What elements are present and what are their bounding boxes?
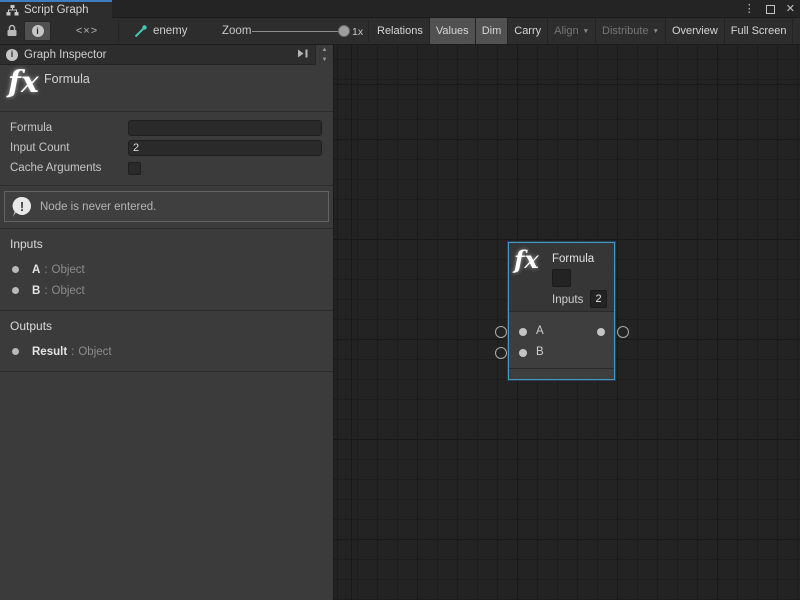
info-icon: i bbox=[32, 25, 44, 37]
scroll-down-icon[interactable]: ▼ bbox=[316, 55, 333, 65]
tab-bar: Script Graph ⋮ ✕ bbox=[0, 0, 800, 18]
input-count-label: Input Count bbox=[10, 142, 128, 154]
output-port-row-result: Result : Object bbox=[0, 341, 333, 362]
cache-arguments-checkbox[interactable] bbox=[128, 162, 141, 175]
script-graph-window: Script Graph ⋮ ✕ i <×> enemy bbox=[0, 0, 800, 600]
node-formula-input[interactable] bbox=[552, 269, 571, 287]
input-count-input[interactable] bbox=[128, 140, 322, 156]
formula-field-row: Formula bbox=[0, 118, 333, 138]
formula-fx-icon: fx bbox=[514, 247, 539, 273]
node-footer bbox=[509, 368, 614, 379]
graph-reference-breadcrumb[interactable]: enemy bbox=[134, 21, 188, 41]
full-screen-button[interactable]: Full Screen bbox=[725, 18, 794, 44]
panel-scroll-spinner: ▲ ▼ bbox=[315, 45, 333, 65]
formula-input[interactable] bbox=[128, 120, 322, 136]
relations-button[interactable]: Relations bbox=[371, 18, 430, 44]
scroll-up-icon[interactable]: ▲ bbox=[316, 45, 333, 55]
inputs-section: Inputs A : Object B : Object bbox=[0, 229, 333, 311]
node-input-count-input[interactable]: 2 bbox=[590, 290, 607, 308]
chevron-down-icon: ▼ bbox=[583, 28, 589, 35]
carry-button[interactable]: Carry bbox=[508, 18, 548, 44]
warning-bubble-icon: ! bbox=[11, 196, 33, 218]
code-view-button[interactable]: <×> bbox=[58, 21, 116, 41]
code-icon: <×> bbox=[76, 25, 98, 37]
graph-icon bbox=[6, 5, 19, 16]
formula-node-header: fx Formula Inputs 2 bbox=[509, 243, 614, 312]
inspector-toggle-button[interactable]: i bbox=[24, 21, 51, 41]
graph-inspector-panel: i Graph Inspector ▲ ▼ fx Formula Formula bbox=[0, 45, 334, 600]
graph-reference-label: enemy bbox=[153, 25, 188, 37]
input-port-row-a: A : Object bbox=[0, 259, 333, 280]
port-dot-icon bbox=[12, 266, 19, 273]
toolbar-separator bbox=[368, 20, 369, 42]
warning-section: ! Node is never entered. bbox=[0, 186, 333, 229]
input-count-field-row: Input Count bbox=[0, 138, 333, 158]
maximize-icon[interactable] bbox=[766, 5, 775, 14]
chevron-down-icon: ▼ bbox=[653, 28, 659, 35]
script-graph-asset-icon bbox=[134, 25, 147, 38]
unit-fields: Formula Input Count Cache Arguments bbox=[0, 112, 333, 186]
input-port-b[interactable] bbox=[519, 349, 527, 357]
cache-arguments-label: Cache Arguments bbox=[10, 162, 128, 174]
close-icon[interactable]: ✕ bbox=[786, 4, 795, 15]
align-dropdown[interactable]: Align ▼ bbox=[548, 18, 596, 44]
toolbar-separator bbox=[118, 20, 119, 42]
info-icon: i bbox=[6, 49, 18, 61]
formula-field-label: Formula bbox=[10, 122, 128, 134]
tab-script-graph[interactable]: Script Graph bbox=[0, 0, 112, 18]
outputs-section: Outputs Result : Object bbox=[0, 311, 333, 372]
graph-inspector-title: Graph Inspector bbox=[24, 49, 106, 61]
zoom-label: Zoom bbox=[222, 25, 251, 37]
tab-title: Script Graph bbox=[24, 4, 89, 16]
external-port-circle-b[interactable] bbox=[495, 347, 507, 359]
node-inputs-label: Inputs bbox=[552, 294, 583, 306]
zoom-slider[interactable] bbox=[252, 31, 346, 32]
window-controls: ⋮ ✕ bbox=[744, 0, 795, 18]
graph-toolbar: i <×> enemy Zoom 1x Relations Values Dim… bbox=[0, 18, 800, 45]
formula-node[interactable]: fx Formula Inputs 2 A B bbox=[508, 242, 615, 380]
node-title: Formula bbox=[552, 253, 594, 265]
dock-panel-icon[interactable] bbox=[298, 49, 309, 61]
inputs-heading: Inputs bbox=[0, 229, 333, 259]
external-port-circle-result[interactable] bbox=[617, 326, 629, 338]
values-button[interactable]: Values bbox=[430, 18, 476, 44]
distribute-dropdown[interactable]: Distribute ▼ bbox=[596, 18, 666, 44]
node-port-label-b: B bbox=[536, 346, 544, 358]
warning-text: Node is never entered. bbox=[40, 201, 156, 213]
cache-arguments-field-row: Cache Arguments bbox=[0, 158, 333, 178]
zoom-value: 1x bbox=[352, 26, 363, 38]
zoom-slider-handle[interactable] bbox=[338, 25, 350, 37]
input-port-a[interactable] bbox=[519, 328, 527, 336]
node-port-label-a: A bbox=[536, 325, 544, 337]
dim-button[interactable]: Dim bbox=[476, 18, 509, 44]
unit-title: Formula bbox=[44, 72, 90, 86]
port-dot-icon bbox=[12, 348, 19, 355]
unit-header: fx Formula bbox=[0, 65, 333, 112]
formula-fx-icon: fx bbox=[8, 65, 39, 101]
outputs-heading: Outputs bbox=[0, 311, 333, 341]
window-menu-icon[interactable]: ⋮ bbox=[744, 4, 755, 15]
toolbar-buttons: Relations Values Dim Carry Align ▼ Distr… bbox=[371, 18, 793, 44]
svg-text:!: ! bbox=[20, 199, 24, 214]
graph-canvas[interactable]: fx Formula Inputs 2 A B bbox=[334, 45, 800, 600]
port-dot-icon bbox=[12, 287, 19, 294]
lock-icon[interactable] bbox=[6, 24, 18, 43]
input-port-row-b: B : Object bbox=[0, 280, 333, 301]
warning-box: ! Node is never entered. bbox=[4, 191, 329, 222]
output-port-result[interactable] bbox=[597, 328, 605, 336]
graph-inspector-header: i Graph Inspector ▲ ▼ bbox=[0, 45, 333, 65]
external-port-circle-a[interactable] bbox=[495, 326, 507, 338]
overview-button[interactable]: Overview bbox=[666, 18, 725, 44]
